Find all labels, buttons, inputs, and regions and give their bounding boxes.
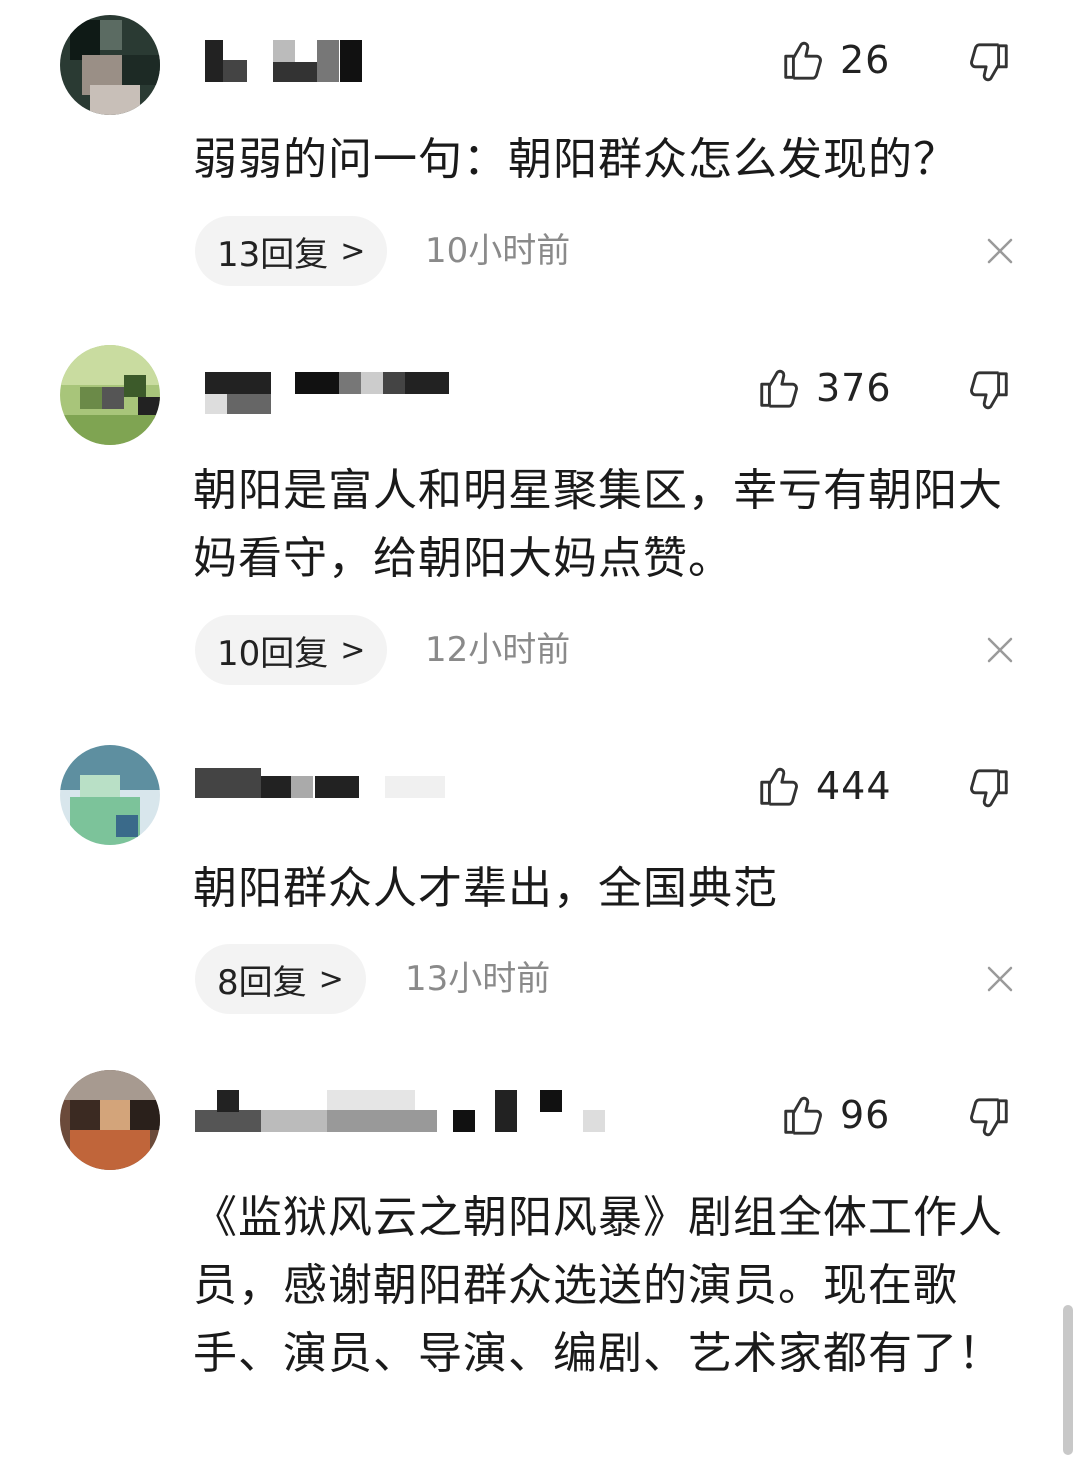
thumbs-up-icon [784, 1096, 822, 1135]
close-icon [987, 238, 1013, 264]
thumbs-down-icon [970, 43, 1008, 82]
replies-count: 8回复 [217, 962, 307, 1003]
like-button[interactable]: 26 [780, 35, 890, 85]
dislike-button[interactable] [966, 368, 1012, 414]
close-button[interactable] [986, 237, 1014, 265]
like-count: 444 [816, 764, 892, 808]
dislike-button[interactable] [966, 766, 1012, 812]
username-redacted[interactable] [195, 768, 455, 812]
username-redacted[interactable] [195, 1090, 615, 1134]
chevron-right-icon: > [340, 632, 366, 668]
thumbs-down-icon [970, 371, 1008, 410]
avatar[interactable] [60, 345, 160, 445]
scrollbar[interactable] [1063, 1305, 1073, 1455]
avatar[interactable] [60, 745, 160, 845]
replies-count: 10回复 [217, 633, 329, 674]
close-button[interactable] [986, 636, 1014, 664]
thumbs-down-icon [970, 769, 1008, 808]
close-icon [987, 637, 1013, 663]
like-button[interactable]: 444 [756, 761, 892, 811]
like-button[interactable]: 96 [780, 1090, 890, 1140]
comment-text: 《监狱风云之朝阳风暴》剧组全体工作人员，感谢朝阳群众选送的演员。现在歌手、演员、… [193, 1192, 1003, 1379]
comment-time: 13小时前 [405, 959, 551, 999]
thumbs-down-icon [970, 1098, 1008, 1137]
replies-button[interactable]: 8回复 > [195, 944, 366, 1014]
chevron-right-icon: > [318, 961, 344, 997]
comment-text: 弱弱的问一句：朝阳群众怎么发现的？ [193, 134, 958, 185]
username-redacted[interactable] [195, 40, 365, 84]
dislike-button[interactable] [966, 40, 1012, 86]
thumbs-up-icon [784, 41, 822, 80]
thumbs-up-icon [760, 369, 798, 408]
chevron-right-icon: > [340, 233, 366, 269]
thumbs-up-icon [760, 767, 798, 806]
close-button[interactable] [986, 965, 1014, 993]
comment-text: 朝阳群众人才辈出，全国典范 [193, 863, 778, 914]
like-count: 96 [840, 1093, 891, 1137]
comment-time: 12小时前 [425, 630, 571, 670]
close-icon [987, 966, 1013, 992]
avatar[interactable] [60, 15, 160, 115]
replies-button[interactable]: 10回复 > [195, 615, 388, 685]
replies-count: 13回复 [217, 234, 329, 275]
like-button[interactable]: 376 [756, 363, 892, 413]
like-count: 376 [816, 366, 892, 410]
like-count: 26 [840, 38, 891, 82]
comment-text: 朝阳是富人和明星聚集区，幸亏有朝阳大妈看守，给朝阳大妈点赞。 [193, 465, 1003, 584]
replies-button[interactable]: 13回复 > [195, 216, 388, 286]
username-redacted[interactable] [195, 372, 455, 416]
comment-time: 10小时前 [425, 231, 571, 271]
avatar[interactable] [60, 1070, 160, 1170]
dislike-button[interactable] [966, 1095, 1012, 1141]
